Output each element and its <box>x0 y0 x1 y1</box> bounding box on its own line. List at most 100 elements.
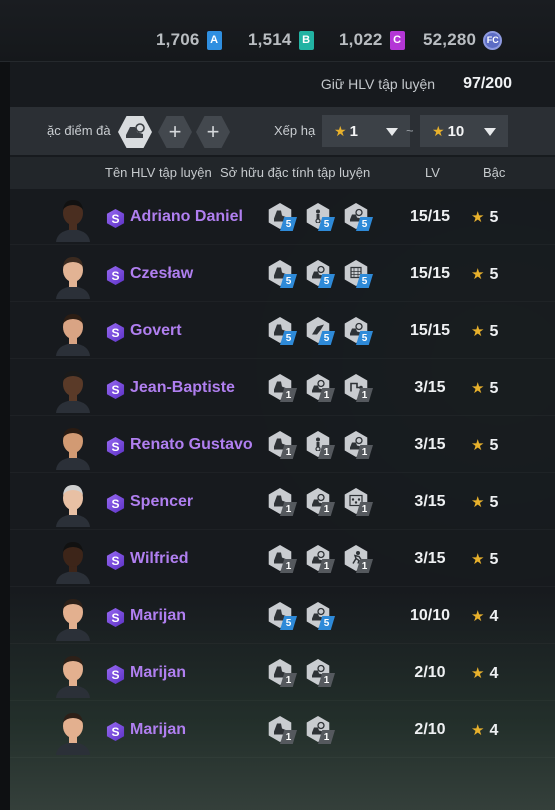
grade-badge-icon: S <box>106 323 125 342</box>
trait-badge[interactable]: 1 <box>266 374 302 404</box>
coach-row[interactable]: S Marijan 1 1 2/10 ★ 4 <box>10 703 555 758</box>
trait-badge[interactable]: 1 <box>304 488 340 518</box>
coach-row[interactable]: S Wilfried 1 1 1 3/15 ★ 5 <box>10 532 555 587</box>
coach-name: Marijan <box>130 664 187 681</box>
col-traits[interactable]: Sở hữu đặc tính tập luyện <box>220 165 370 180</box>
coach-rank-value: 4 <box>489 665 499 682</box>
trait-badge[interactable]: 5 <box>304 260 340 290</box>
coach-rank: ★ 4 <box>471 607 498 626</box>
rank-range-separator: ~ <box>406 123 414 138</box>
trait-badge[interactable]: 1 <box>342 431 378 461</box>
coach-level: 2/10 <box>414 721 446 738</box>
coach-row[interactable]: S Marijan 1 1 2/10 ★ 4 <box>10 646 555 701</box>
coach-row[interactable]: S Renato Gustavo 1 1 1 3/15 ★ 5 <box>10 418 555 473</box>
trait-badge[interactable]: 1 <box>266 488 302 518</box>
grade-badge-icon: S <box>106 266 125 285</box>
trait-badge[interactable]: 1 <box>342 488 378 518</box>
trait-badge[interactable]: 1 <box>304 716 340 746</box>
trait-badge[interactable]: 1 <box>266 659 302 689</box>
trait-badge[interactable]: 1 <box>304 545 340 575</box>
column-header: Tên HLV tập luyện Sở hữu đặc tính tập lu… <box>10 157 555 189</box>
coach-avatar <box>56 656 90 698</box>
rank-filter-label: Xếp hạ <box>274 123 316 138</box>
currency-fc-amount: 52,280 <box>423 30 477 49</box>
col-rank[interactable]: Bậc <box>483 165 505 180</box>
trait-list: 1 1 <box>266 716 340 746</box>
trait-filter-add-2[interactable]: + <box>196 116 230 148</box>
coach-rank: ★ 5 <box>471 550 498 569</box>
grade-badge-icon: S <box>106 722 125 741</box>
coach-level: 2/10 <box>414 664 446 681</box>
coach-row[interactable]: S Spencer 1 1 1 3/15 ★ 5 <box>10 475 555 530</box>
coach-row[interactable]: S Adriano Daniel 5 5 5 15/15 ★ 5 <box>10 190 555 245</box>
chevron-down-icon <box>484 128 496 136</box>
col-level[interactable]: LV <box>425 165 440 180</box>
coach-rank: ★ 5 <box>471 436 498 455</box>
currency-bar: 1,706 A 1,514 B 1,022 C 52,280 FC <box>0 0 555 62</box>
coach-rank-value: 5 <box>489 266 499 283</box>
trait-badge[interactable]: 1 <box>304 431 340 461</box>
currency-fc[interactable]: 52,280 FC <box>423 30 503 50</box>
coach-name: Marijan <box>130 607 187 624</box>
coach-level: 3/15 <box>414 379 446 396</box>
trait-badge[interactable]: 5 <box>266 602 302 632</box>
trait-badge[interactable]: 5 <box>304 317 340 347</box>
trait-badge[interactable]: 5 <box>266 203 302 233</box>
star-icon: ★ <box>432 122 445 139</box>
coach-rank: ★ 4 <box>471 664 498 683</box>
trait-list: 1 1 1 <box>266 545 378 575</box>
trait-list: 5 5 <box>266 602 340 632</box>
trait-badge[interactable]: 1 <box>266 545 302 575</box>
coach-row[interactable]: S Govert 5 5 5 15/15 ★ 5 <box>10 304 555 359</box>
coach-rank-value: 5 <box>489 323 499 340</box>
trait-badge[interactable]: 1 <box>304 659 340 689</box>
coach-avatar <box>56 200 90 242</box>
trait-badge[interactable]: 1 <box>304 374 340 404</box>
trait-badge[interactable]: 1 <box>342 545 378 575</box>
trait-badge[interactable]: 5 <box>266 317 302 347</box>
star-icon: ★ <box>471 380 485 397</box>
min-rank-value: 1 <box>349 122 358 140</box>
trait-badge[interactable]: 1 <box>266 431 302 461</box>
coach-name: Wilfried <box>130 550 189 567</box>
coach-rank-value: 4 <box>489 722 499 739</box>
trait-badge[interactable]: 5 <box>304 203 340 233</box>
coach-name: Marijan <box>130 721 187 738</box>
trait-badge[interactable]: 5 <box>342 260 378 290</box>
trait-badge[interactable]: 5 <box>342 203 378 233</box>
coach-row[interactable]: S Jean-Baptiste 1 1 1 3/15 ★ 5 <box>10 361 555 416</box>
trait-filter-slot-1[interactable] <box>118 116 152 148</box>
coach-level: 15/15 <box>409 208 451 225</box>
trait-badge[interactable]: 1 <box>342 374 378 404</box>
star-icon: ★ <box>334 122 347 139</box>
coach-row[interactable]: S Marijan 5 5 10/10 ★ 4 <box>10 589 555 644</box>
star-icon: ★ <box>471 266 485 283</box>
coach-rank: ★ 5 <box>471 493 498 512</box>
trait-badge[interactable]: 5 <box>342 317 378 347</box>
currency-b[interactable]: 1,514 B <box>248 30 314 50</box>
chevron-down-icon <box>386 128 398 136</box>
currency-a[interactable]: 1,706 A <box>156 30 222 50</box>
grade-badge-icon: S <box>106 437 125 456</box>
trait-list: 1 1 <box>266 659 340 689</box>
coach-name: Spencer <box>130 493 194 510</box>
coach-rank-value: 5 <box>489 380 499 397</box>
coach-rank: ★ 5 <box>471 208 498 227</box>
trait-badge[interactable]: 5 <box>266 260 302 290</box>
coach-rank: ★ 4 <box>471 721 498 740</box>
coach-rank-value: 5 <box>489 551 499 568</box>
coach-row[interactable]: S Czesław 5 5 5 15/15 ★ 5 <box>10 247 555 302</box>
fc-coin-icon: FC <box>483 30 503 50</box>
trait-list: 5 5 5 <box>266 317 378 347</box>
currency-c[interactable]: 1,022 C <box>339 30 405 50</box>
trait-badge[interactable]: 1 <box>266 716 302 746</box>
trait-badge[interactable]: 5 <box>304 602 340 632</box>
coach-capacity: Giữ HLV tập luyện 97/200 <box>10 64 555 104</box>
coach-rank-value: 5 <box>489 209 499 226</box>
capacity-label: Giữ HLV tập luyện <box>320 76 436 92</box>
currency-b-icon: B <box>298 30 314 50</box>
min-rank-select[interactable]: ★ 1 <box>322 115 410 147</box>
max-rank-select[interactable]: ★ 10 <box>420 115 508 147</box>
col-name[interactable]: Tên HLV tập luyện <box>105 165 212 180</box>
trait-filter-add-1[interactable]: + <box>158 116 192 148</box>
